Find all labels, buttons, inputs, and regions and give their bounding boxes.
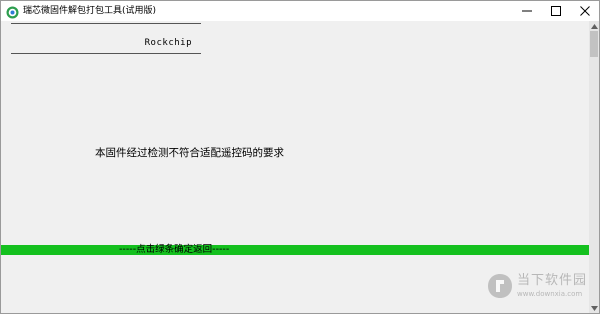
- status-message: 本固件经过检测不符合适配遥控码的要求: [95, 147, 284, 159]
- title-bar[interactable]: 瑞芯微固件解包打包工具(试用版): [1, 1, 599, 21]
- client-area: Rockchip 本固件经过检测不符合适配遥控码的要求 -----点击绿条确定返…: [1, 21, 589, 313]
- watermark-url: www.downxia.com: [517, 290, 583, 298]
- close-icon: [580, 6, 590, 16]
- scroll-up-button[interactable]: [589, 21, 599, 31]
- brand-label: Rockchip: [144, 38, 192, 48]
- scroll-thumb[interactable]: [590, 31, 598, 57]
- watermark-name: 当下软件园: [517, 273, 588, 288]
- confirm-return-label: -----点击绿条确定返回-----: [119, 244, 230, 255]
- app-logo-icon: [6, 4, 19, 19]
- app-window: 瑞芯微固件解包打包工具(试用版) Rockchip 本固件经过检测不符合适配遥控…: [0, 0, 600, 314]
- arrow-down-icon: [590, 305, 598, 311]
- minimize-icon: [522, 10, 532, 12]
- watermark: 当下软件园 www.downxia.com: [487, 271, 595, 303]
- minimize-button[interactable]: [513, 1, 541, 21]
- confirm-return-bar[interactable]: -----点击绿条确定返回-----: [1, 244, 589, 255]
- watermark-logo-icon: [487, 273, 513, 299]
- arrow-up-icon: [590, 23, 598, 29]
- maximize-button[interactable]: [542, 1, 570, 21]
- maximize-icon: [551, 6, 561, 16]
- header-divider-bottom: [11, 53, 201, 54]
- window-title: 瑞芯微固件解包打包工具(试用版): [23, 6, 157, 16]
- scroll-down-button[interactable]: [589, 303, 599, 313]
- close-button[interactable]: [571, 1, 599, 21]
- header-divider-top: [11, 23, 201, 24]
- vertical-scrollbar[interactable]: [589, 21, 599, 313]
